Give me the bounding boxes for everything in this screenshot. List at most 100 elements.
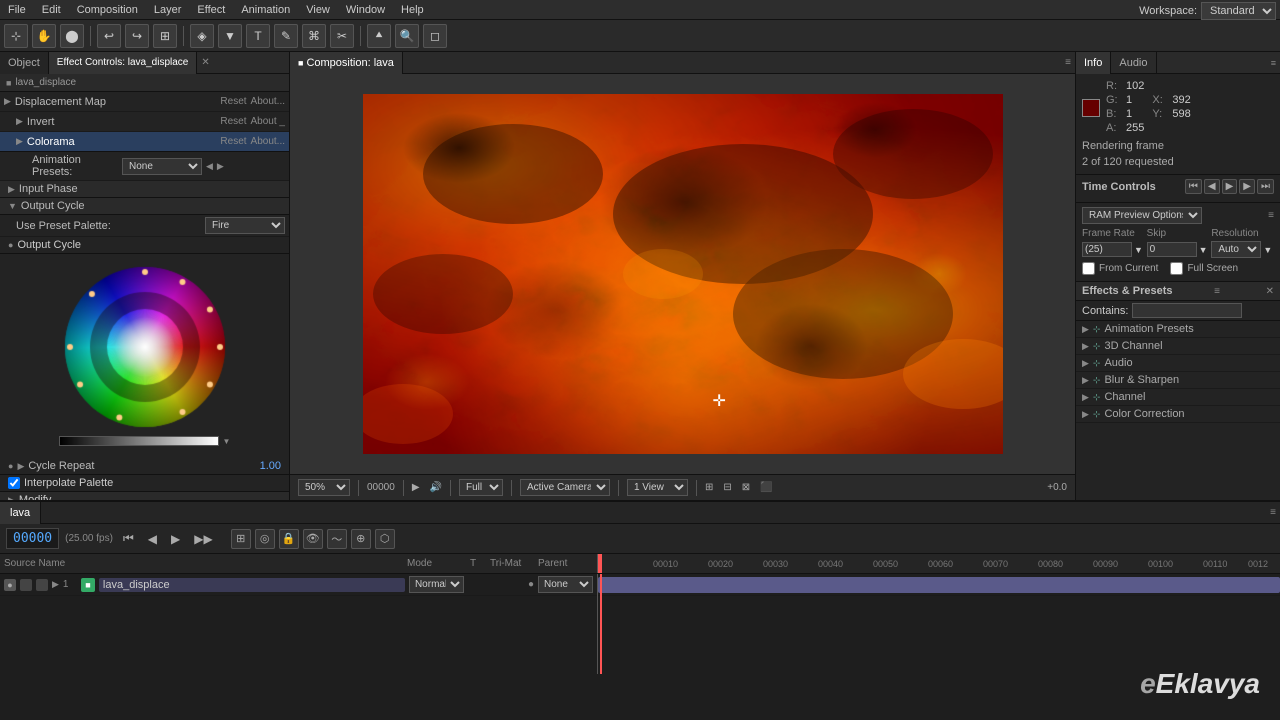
displacement-about-btn[interactable]: About... bbox=[251, 96, 285, 107]
invert-reset-btn[interactable]: Reset bbox=[220, 116, 246, 127]
ram-options-icon[interactable]: ≡ bbox=[1268, 210, 1274, 221]
displacement-expand-icon[interactable]: ▶ bbox=[4, 96, 11, 107]
menu-animation[interactable]: Animation bbox=[233, 2, 298, 18]
tool-render[interactable]: ⊞ bbox=[153, 24, 177, 48]
timeline-playhead[interactable] bbox=[600, 574, 602, 674]
vc-channels[interactable]: ⊠ bbox=[738, 481, 754, 494]
menu-window[interactable]: Window bbox=[338, 2, 393, 18]
tl-prev-frame-btn[interactable]: ◀ bbox=[144, 531, 161, 547]
cycle-repeat-value[interactable]: 1.00 bbox=[260, 460, 281, 472]
vc-reset-exposure[interactable]: ⬛ bbox=[756, 481, 776, 494]
layer-parent-select[interactable]: None bbox=[538, 576, 593, 593]
eye-icon[interactable]: ● bbox=[8, 240, 13, 250]
colorwheel-canvas[interactable] bbox=[60, 262, 230, 432]
vc-render-btn[interactable]: ▶ bbox=[408, 481, 424, 494]
preset-next-icon[interactable]: ▶ bbox=[217, 161, 224, 172]
effects-presets-close-icon[interactable]: ✕ bbox=[1266, 286, 1274, 297]
menu-layer[interactable]: Layer bbox=[146, 2, 190, 18]
invert-about-btn[interactable]: About _ bbox=[251, 116, 285, 127]
layer-lock-btn[interactable] bbox=[36, 579, 48, 591]
use-preset-palette-select[interactable]: Fire bbox=[205, 217, 285, 234]
tc-play-btn[interactable]: ▶ bbox=[1222, 179, 1238, 194]
menu-view[interactable]: View bbox=[298, 2, 338, 18]
tool-camera[interactable]: 🔍 bbox=[395, 24, 419, 48]
camera-select[interactable]: Active Camera bbox=[520, 479, 610, 496]
vc-timecode[interactable]: 00000 bbox=[363, 481, 399, 494]
tool-brush[interactable]: ✎ bbox=[274, 24, 298, 48]
tl-tab-lava[interactable]: lava bbox=[0, 502, 41, 524]
ep-item-color-correction[interactable]: ▶ ⊹ Color Correction bbox=[1076, 406, 1280, 423]
ram-resolution-select[interactable]: Auto Full Half bbox=[1211, 241, 1261, 258]
ep-item-3d-channel[interactable]: ▶ ⊹ 3D Channel bbox=[1076, 338, 1280, 355]
ram-skip-input[interactable] bbox=[1147, 242, 1197, 257]
cycle-repeat-expand-icon[interactable]: ▶ bbox=[17, 461, 24, 472]
output-cycle-expand-icon[interactable]: ▼ bbox=[8, 201, 17, 211]
info-options-icon[interactable]: ≡ bbox=[1271, 58, 1276, 68]
layer-expand-icon[interactable]: ▶ bbox=[52, 579, 59, 590]
colorama-about-btn[interactable]: About... bbox=[251, 136, 285, 147]
tc-last-btn[interactable]: ⏭ bbox=[1257, 179, 1274, 194]
menu-file[interactable]: File bbox=[0, 2, 34, 18]
interpolate-palette-checkbox[interactable] bbox=[8, 477, 20, 489]
colorama-reset-btn[interactable]: Reset bbox=[220, 136, 246, 147]
tab-effect-controls[interactable]: Effect Controls: lava_displace bbox=[49, 52, 198, 74]
tc-next-btn[interactable]: ▶ bbox=[1239, 179, 1255, 194]
layer-mode-select[interactable]: Normal bbox=[409, 576, 464, 593]
menu-edit[interactable]: Edit bbox=[34, 2, 69, 18]
tool-pen[interactable]: ▼ bbox=[218, 24, 242, 48]
tool-hand[interactable]: ✋ bbox=[32, 24, 56, 48]
menu-help[interactable]: Help bbox=[393, 2, 432, 18]
workspace-select[interactable]: Standard bbox=[1201, 2, 1276, 20]
tool-eraser[interactable]: ✂ bbox=[330, 24, 354, 48]
tool-roto[interactable]: ⯅ bbox=[367, 24, 391, 48]
effects-presets-options-icon[interactable]: ≡ bbox=[1214, 286, 1220, 297]
colorama-expand-icon[interactable]: ▶ bbox=[16, 136, 23, 147]
effects-search-input[interactable] bbox=[1132, 303, 1242, 318]
vc-quality-select[interactable]: Full Half bbox=[455, 478, 507, 497]
vc-audio-btn[interactable]: 🔊 bbox=[426, 481, 446, 494]
tool-light[interactable]: ◻ bbox=[423, 24, 447, 48]
tool-select[interactable]: ⊹ bbox=[4, 24, 28, 48]
tl-tool-motion[interactable]: 〜 bbox=[327, 529, 347, 549]
ram-full-screen-checkbox[interactable] bbox=[1170, 262, 1183, 275]
tl-first-frame-btn[interactable]: ⏮ bbox=[119, 530, 138, 547]
tl-play-btn[interactable]: ▶ bbox=[167, 531, 184, 547]
tool-shape[interactable]: ◈ bbox=[190, 24, 214, 48]
tool-clone[interactable]: ⌘ bbox=[302, 24, 326, 48]
ep-item-channel[interactable]: ▶ ⊹ Channel bbox=[1076, 389, 1280, 406]
vc-safe-zones[interactable]: ⊞ bbox=[701, 481, 717, 494]
tool-text[interactable]: T bbox=[246, 24, 270, 48]
colorwheel-wrapper[interactable] bbox=[60, 262, 230, 432]
tool-redo[interactable]: ↪ bbox=[125, 24, 149, 48]
preset-prev-icon[interactable]: ◀ bbox=[206, 161, 213, 172]
tl-options-icon[interactable]: ≡ bbox=[1270, 507, 1276, 518]
ram-skip-dropdown-icon[interactable]: ▼ bbox=[1199, 245, 1208, 255]
input-phase-expand-icon[interactable]: ▶ bbox=[8, 184, 15, 195]
invert-expand-icon[interactable]: ▶ bbox=[16, 116, 23, 127]
tab-composition[interactable]: ■ Composition: lava bbox=[290, 52, 403, 74]
tl-tool-3d[interactable]: ⬡ bbox=[375, 529, 395, 549]
layer-name[interactable]: lava_displace bbox=[99, 578, 405, 592]
tl-next-frame-btn[interactable]: ▶▶ bbox=[190, 531, 216, 547]
vc-grid[interactable]: ⊟ bbox=[719, 481, 735, 494]
tc-prev-btn[interactable]: ◀ bbox=[1204, 179, 1220, 194]
ep-item-blur-sharpen[interactable]: ▶ ⊹ Blur & Sharpen bbox=[1076, 372, 1280, 389]
ram-framerate-input[interactable] bbox=[1082, 242, 1132, 257]
comp-options-icon[interactable]: ≡ bbox=[1065, 57, 1071, 68]
tl-timecode[interactable]: 00000 bbox=[6, 528, 59, 549]
tab-info[interactable]: Info bbox=[1076, 52, 1111, 74]
tab-object[interactable]: Object bbox=[0, 52, 49, 74]
grayscale-bar[interactable] bbox=[59, 436, 219, 446]
tab-audio[interactable]: Audio bbox=[1111, 52, 1156, 74]
tl-tool-adjust[interactable]: ⊕ bbox=[351, 529, 371, 549]
menu-effect[interactable]: Effect bbox=[189, 2, 233, 18]
ep-item-animation-presets[interactable]: ▶ ⊹ Animation Presets bbox=[1076, 321, 1280, 338]
vc-view-select[interactable]: 1 View 2 Views bbox=[623, 478, 692, 497]
panel-close-icon[interactable]: ✕ bbox=[201, 57, 209, 68]
layer-solo-btn[interactable] bbox=[20, 579, 32, 591]
tl-tool-solo[interactable]: ◎ bbox=[255, 529, 275, 549]
ram-resolution-dropdown-icon[interactable]: ▼ bbox=[1263, 245, 1272, 255]
vc-camera-select[interactable]: Active Camera bbox=[516, 478, 614, 497]
tl-tool-lock[interactable]: 🔒 bbox=[279, 529, 299, 549]
ep-item-audio[interactable]: ▶ ⊹ Audio bbox=[1076, 355, 1280, 372]
